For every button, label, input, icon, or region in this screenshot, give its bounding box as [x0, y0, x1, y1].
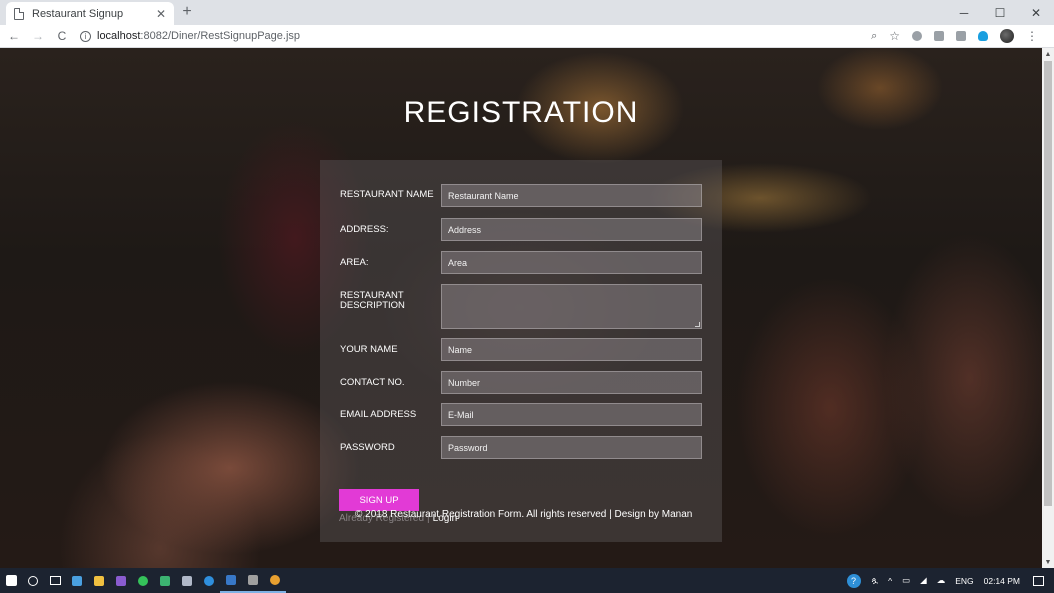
url-host: localhost: [97, 30, 141, 42]
toolbar-icons: ⌕ ☆ ⋮: [865, 29, 1044, 43]
scroll-thumb[interactable]: [1044, 61, 1052, 506]
taskbar: ? ጷ ^ ▭ ◢ ☁ ENG 02:14 PM: [0, 568, 1054, 593]
volume-icon[interactable]: ◢: [920, 575, 927, 586]
contact-input[interactable]: [441, 371, 702, 394]
new-tab-button[interactable]: +: [178, 3, 196, 21]
url-field[interactable]: i localhost:8082/Diner/RestSignupPage.js…: [80, 27, 865, 46]
password-input[interactable]: [441, 436, 702, 459]
signup-button[interactable]: SIGN UP: [339, 489, 419, 511]
notification-icon[interactable]: [1033, 575, 1044, 586]
extension-icon[interactable]: [912, 31, 922, 41]
people-icon[interactable]: ጷ: [872, 575, 879, 586]
email-input[interactable]: [441, 403, 702, 426]
back-arrow-icon[interactable]: ←: [4, 29, 24, 43]
url-text: localhost:8082/Diner/RestSignupPage.jsp: [97, 30, 300, 42]
address-bar: ← → C i localhost:8082/Diner/RestSignupP…: [0, 25, 1054, 48]
system-tray: ? ጷ ^ ▭ ◢ ☁ ENG 02:14 PM: [846, 568, 1054, 593]
page-icon: [14, 7, 24, 20]
app-icon[interactable]: [154, 568, 176, 593]
restaurant-name-label: RESTAURANT NAME: [340, 189, 434, 200]
reload-icon[interactable]: C: [52, 29, 72, 43]
contact-label: CONTACT NO.: [340, 377, 405, 388]
clock[interactable]: 02:14 PM: [984, 576, 1020, 586]
your-name-label: YOUR NAME: [340, 344, 398, 355]
language-indicator[interactable]: ENG: [955, 576, 973, 586]
app-icon[interactable]: [242, 568, 264, 593]
network-icon[interactable]: ▭: [902, 575, 910, 586]
chrome-icon[interactable]: [264, 568, 286, 593]
restaurant-name-input[interactable]: [441, 184, 702, 207]
page-title: REGISTRATION: [403, 96, 639, 129]
browser-menu-icon[interactable]: ⋮: [1026, 29, 1038, 43]
profile-avatar[interactable]: [1000, 29, 1014, 43]
description-label-line2: DESCRIPTION: [340, 300, 405, 311]
area-input[interactable]: [441, 251, 702, 274]
maximize-button[interactable]: ☐: [982, 0, 1018, 25]
scroll-up-icon[interactable]: ▲: [1042, 48, 1054, 60]
close-tab-icon[interactable]: ✕: [156, 7, 166, 21]
app-icon[interactable]: [220, 568, 242, 593]
help-icon[interactable]: ?: [846, 573, 861, 588]
description-wrapper: [441, 284, 702, 329]
cloud-extension-icon[interactable]: [978, 31, 988, 41]
minimize-button[interactable]: ─: [946, 0, 982, 25]
edge-icon[interactable]: [198, 568, 220, 593]
visual-studio-icon[interactable]: [110, 568, 132, 593]
page-scrollbar[interactable]: ▲ ▼: [1042, 48, 1054, 568]
window-controls: ─ ☐ ✕: [946, 0, 1054, 25]
url-path: :8082/Diner/RestSignupPage.jsp: [140, 30, 301, 42]
browser-tab[interactable]: Restaurant Signup ✕: [6, 2, 174, 25]
bookmark-star-icon[interactable]: ☆: [889, 30, 900, 42]
task-view-icon[interactable]: [44, 568, 66, 593]
site-info-icon[interactable]: i: [80, 30, 91, 42]
address-input[interactable]: [441, 218, 702, 241]
camera-extension-icon[interactable]: [956, 31, 966, 41]
onedrive-icon[interactable]: ☁: [937, 575, 946, 586]
close-window-button[interactable]: ✕: [1018, 0, 1054, 25]
browser-tabstrip: Restaurant Signup ✕ + ─ ☐ ✕: [0, 0, 1054, 25]
resize-handle-icon[interactable]: [695, 322, 700, 327]
address-label: ADDRESS:: [340, 224, 389, 235]
your-name-input[interactable]: [441, 338, 702, 361]
description-label: RESTAURANT DESCRIPTION: [340, 291, 405, 311]
whatsapp-icon[interactable]: [132, 568, 154, 593]
email-label: EMAIL ADDRESS: [340, 409, 417, 420]
registration-form: RESTAURANT NAME ADDRESS: AREA: RESTAURAN…: [320, 160, 722, 542]
store-icon[interactable]: [88, 568, 110, 593]
extension-icon[interactable]: [934, 31, 944, 41]
tab-title: Restaurant Signup: [32, 7, 124, 20]
windows-start-icon[interactable]: [0, 568, 22, 593]
app-icon[interactable]: [176, 568, 198, 593]
footer-copyright: © 2018 Restaurant Registration Form. All…: [355, 509, 693, 520]
chevron-up-icon[interactable]: ^: [888, 576, 892, 586]
zoom-icon[interactable]: ⌕: [871, 31, 877, 42]
page-background: REGISTRATION RESTAURANT NAME ADDRESS: AR…: [0, 48, 1042, 568]
scroll-down-icon[interactable]: ▼: [1042, 556, 1054, 568]
search-circle-icon[interactable]: [22, 568, 44, 593]
password-label: PASSWORD: [340, 442, 395, 453]
app-icon[interactable]: [66, 568, 88, 593]
area-label: AREA:: [340, 257, 369, 268]
description-textarea[interactable]: [441, 284, 702, 329]
forward-arrow-icon[interactable]: →: [28, 29, 48, 43]
